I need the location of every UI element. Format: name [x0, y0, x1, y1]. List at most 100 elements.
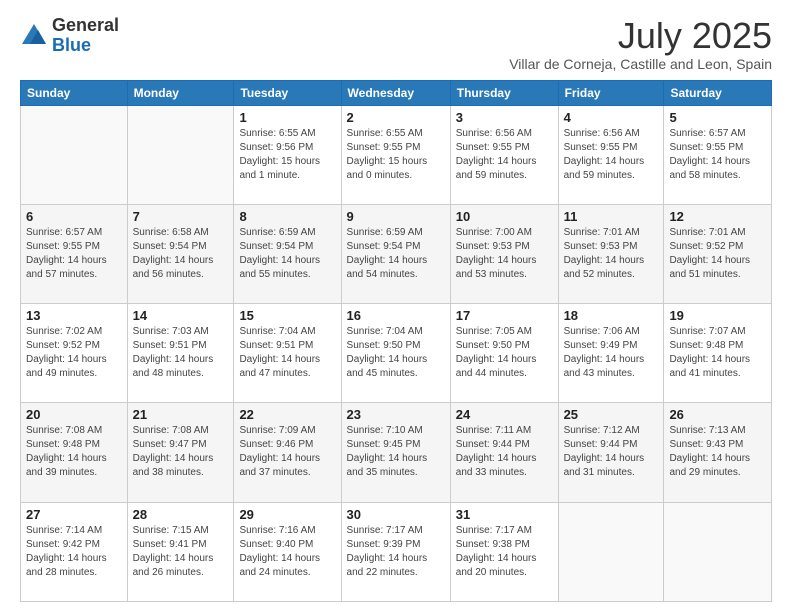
calendar-cell: 12 Sunrise: 7:01 AMSunset: 9:52 PMDayligh… — [664, 204, 772, 303]
day-number: 17 — [456, 308, 553, 323]
calendar-cell: 31Sunrise: 7:17 AMSunset: 9:38 PMDayligh… — [450, 502, 558, 601]
day-info: Sunrise: 7:13 AMSunset: 9:43 PMDaylight:… — [669, 424, 766, 480]
day-number: 20 — [26, 407, 122, 422]
calendar-cell — [558, 502, 664, 601]
day-header-thursday: Thursday — [450, 80, 558, 105]
week-row-2: 6 Sunrise: 6:57 AMSunset: 9:55 PMDaylight… — [21, 204, 772, 303]
day-header-sunday: Sunday — [21, 80, 128, 105]
day-info: Sunrise: 7:02 AMSunset: 9:52 PMDaylight:… — [26, 325, 122, 381]
day-info: Sunrise: 6:56 AMSunset: 9:55 PMDaylight:… — [564, 127, 659, 183]
calendar-cell: 20 Sunrise: 7:08 AMSunset: 9:48 PMDayligh… — [21, 403, 128, 502]
day-number: 5 — [669, 110, 766, 125]
calendar-cell: 24 Sunrise: 7:11 AMSunset: 9:44 PMDayligh… — [450, 403, 558, 502]
calendar-cell: 11 Sunrise: 7:01 AMSunset: 9:53 PMDayligh… — [558, 204, 664, 303]
day-info: Sunrise: 6:59 AMSunset: 9:54 PMDaylight:… — [239, 226, 335, 282]
header-row: SundayMondayTuesdayWednesdayThursdayFrid… — [21, 80, 772, 105]
calendar-cell: 10 Sunrise: 7:00 AMSunset: 9:53 PMDayligh… — [450, 204, 558, 303]
day-number: 28 — [133, 507, 229, 522]
calendar-cell: 22 Sunrise: 7:09 AMSunset: 9:46 PMDayligh… — [234, 403, 341, 502]
calendar-cell: 25 Sunrise: 7:12 AMSunset: 9:44 PMDayligh… — [558, 403, 664, 502]
day-info: Sunrise: 7:15 AMSunset: 9:41 PMDaylight:… — [133, 524, 229, 580]
day-number: 7 — [133, 209, 229, 224]
day-info: Sunrise: 6:56 AMSunset: 9:55 PMDaylight:… — [456, 127, 553, 183]
day-info: Sunrise: 7:01 AMSunset: 9:52 PMDaylight:… — [669, 226, 766, 282]
calendar-cell: 9 Sunrise: 6:59 AMSunset: 9:54 PMDaylight… — [341, 204, 450, 303]
calendar-cell — [664, 502, 772, 601]
day-number: 23 — [347, 407, 445, 422]
day-info: Sunrise: 6:57 AMSunset: 9:55 PMDaylight:… — [26, 226, 122, 282]
calendar-cell: 15 Sunrise: 7:04 AMSunset: 9:51 PMDayligh… — [234, 304, 341, 403]
day-number: 8 — [239, 209, 335, 224]
day-number: 16 — [347, 308, 445, 323]
calendar-table: SundayMondayTuesdayWednesdayThursdayFrid… — [20, 80, 772, 602]
day-number: 12 — [669, 209, 766, 224]
day-info: Sunrise: 7:09 AMSunset: 9:46 PMDaylight:… — [239, 424, 335, 480]
day-number: 6 — [26, 209, 122, 224]
page: General Blue July 2025 Villar de Corneja… — [0, 0, 792, 612]
day-info: Sunrise: 7:17 AMSunset: 9:39 PMDaylight:… — [347, 524, 445, 580]
day-number: 30 — [347, 507, 445, 522]
day-header-tuesday: Tuesday — [234, 80, 341, 105]
calendar-cell: 8 Sunrise: 6:59 AMSunset: 9:54 PMDaylight… — [234, 204, 341, 303]
day-number: 29 — [239, 507, 335, 522]
day-info: Sunrise: 7:11 AMSunset: 9:44 PMDaylight:… — [456, 424, 553, 480]
day-number: 21 — [133, 407, 229, 422]
logo-text: General Blue — [52, 16, 119, 56]
day-header-wednesday: Wednesday — [341, 80, 450, 105]
calendar-cell — [21, 105, 128, 204]
calendar-cell: 14Sunrise: 7:03 AMSunset: 9:51 PMDayligh… — [127, 304, 234, 403]
calendar-cell — [127, 105, 234, 204]
calendar-cell: 13Sunrise: 7:02 AMSunset: 9:52 PMDayligh… — [21, 304, 128, 403]
day-number: 11 — [564, 209, 659, 224]
calendar-cell: 27Sunrise: 7:14 AMSunset: 9:42 PMDayligh… — [21, 502, 128, 601]
day-number: 19 — [669, 308, 766, 323]
calendar-cell: 4 Sunrise: 6:56 AMSunset: 9:55 PMDaylight… — [558, 105, 664, 204]
week-row-3: 13Sunrise: 7:02 AMSunset: 9:52 PMDayligh… — [21, 304, 772, 403]
day-header-monday: Monday — [127, 80, 234, 105]
calendar-cell: 18 Sunrise: 7:06 AMSunset: 9:49 PMDayligh… — [558, 304, 664, 403]
calendar-cell: 5 Sunrise: 6:57 AMSunset: 9:55 PMDaylight… — [664, 105, 772, 204]
day-number: 26 — [669, 407, 766, 422]
day-number: 2 — [347, 110, 445, 125]
calendar-cell: 30 Sunrise: 7:17 AMSunset: 9:39 PMDayligh… — [341, 502, 450, 601]
day-info: Sunrise: 6:58 AMSunset: 9:54 PMDaylight:… — [133, 226, 229, 282]
calendar-cell: 1Sunrise: 6:55 AMSunset: 9:56 PMDaylight… — [234, 105, 341, 204]
logo-icon — [20, 22, 48, 50]
calendar-cell: 19Sunrise: 7:07 AMSunset: 9:48 PMDayligh… — [664, 304, 772, 403]
day-info: Sunrise: 7:08 AMSunset: 9:48 PMDaylight:… — [26, 424, 122, 480]
day-info: Sunrise: 6:59 AMSunset: 9:54 PMDaylight:… — [347, 226, 445, 282]
day-number: 15 — [239, 308, 335, 323]
day-number: 24 — [456, 407, 553, 422]
day-info: Sunrise: 6:57 AMSunset: 9:55 PMDaylight:… — [669, 127, 766, 183]
day-info: Sunrise: 7:05 AMSunset: 9:50 PMDaylight:… — [456, 325, 553, 381]
calendar-cell: 6 Sunrise: 6:57 AMSunset: 9:55 PMDaylight… — [21, 204, 128, 303]
day-info: Sunrise: 6:55 AMSunset: 9:56 PMDaylight:… — [239, 127, 335, 183]
calendar-cell: 28 Sunrise: 7:15 AMSunset: 9:41 PMDayligh… — [127, 502, 234, 601]
day-number: 25 — [564, 407, 659, 422]
day-number: 18 — [564, 308, 659, 323]
calendar-header: SundayMondayTuesdayWednesdayThursdayFrid… — [21, 80, 772, 105]
calendar-cell: 7 Sunrise: 6:58 AMSunset: 9:54 PMDaylight… — [127, 204, 234, 303]
day-info: Sunrise: 7:04 AMSunset: 9:50 PMDaylight:… — [347, 325, 445, 381]
day-info: Sunrise: 7:03 AMSunset: 9:51 PMDaylight:… — [133, 325, 229, 381]
day-number: 4 — [564, 110, 659, 125]
calendar-cell: 29 Sunrise: 7:16 AMSunset: 9:40 PMDayligh… — [234, 502, 341, 601]
day-number: 10 — [456, 209, 553, 224]
day-info: Sunrise: 6:55 AMSunset: 9:55 PMDaylight:… — [347, 127, 445, 183]
header: General Blue July 2025 Villar de Corneja… — [20, 16, 772, 72]
day-info: Sunrise: 7:00 AMSunset: 9:53 PMDaylight:… — [456, 226, 553, 282]
day-info: Sunrise: 7:12 AMSunset: 9:44 PMDaylight:… — [564, 424, 659, 480]
day-info: Sunrise: 7:16 AMSunset: 9:40 PMDaylight:… — [239, 524, 335, 580]
day-info: Sunrise: 7:01 AMSunset: 9:53 PMDaylight:… — [564, 226, 659, 282]
calendar-cell: 16 Sunrise: 7:04 AMSunset: 9:50 PMDayligh… — [341, 304, 450, 403]
day-info: Sunrise: 7:10 AMSunset: 9:45 PMDaylight:… — [347, 424, 445, 480]
logo-blue-text: Blue — [52, 35, 91, 55]
day-info: Sunrise: 7:06 AMSunset: 9:49 PMDaylight:… — [564, 325, 659, 381]
title-section: July 2025 Villar de Corneja, Castille an… — [509, 16, 772, 72]
day-number: 9 — [347, 209, 445, 224]
day-info: Sunrise: 7:04 AMSunset: 9:51 PMDaylight:… — [239, 325, 335, 381]
calendar-body: 1Sunrise: 6:55 AMSunset: 9:56 PMDaylight… — [21, 105, 772, 601]
day-number: 22 — [239, 407, 335, 422]
week-row-1: 1Sunrise: 6:55 AMSunset: 9:56 PMDaylight… — [21, 105, 772, 204]
week-row-5: 27Sunrise: 7:14 AMSunset: 9:42 PMDayligh… — [21, 502, 772, 601]
